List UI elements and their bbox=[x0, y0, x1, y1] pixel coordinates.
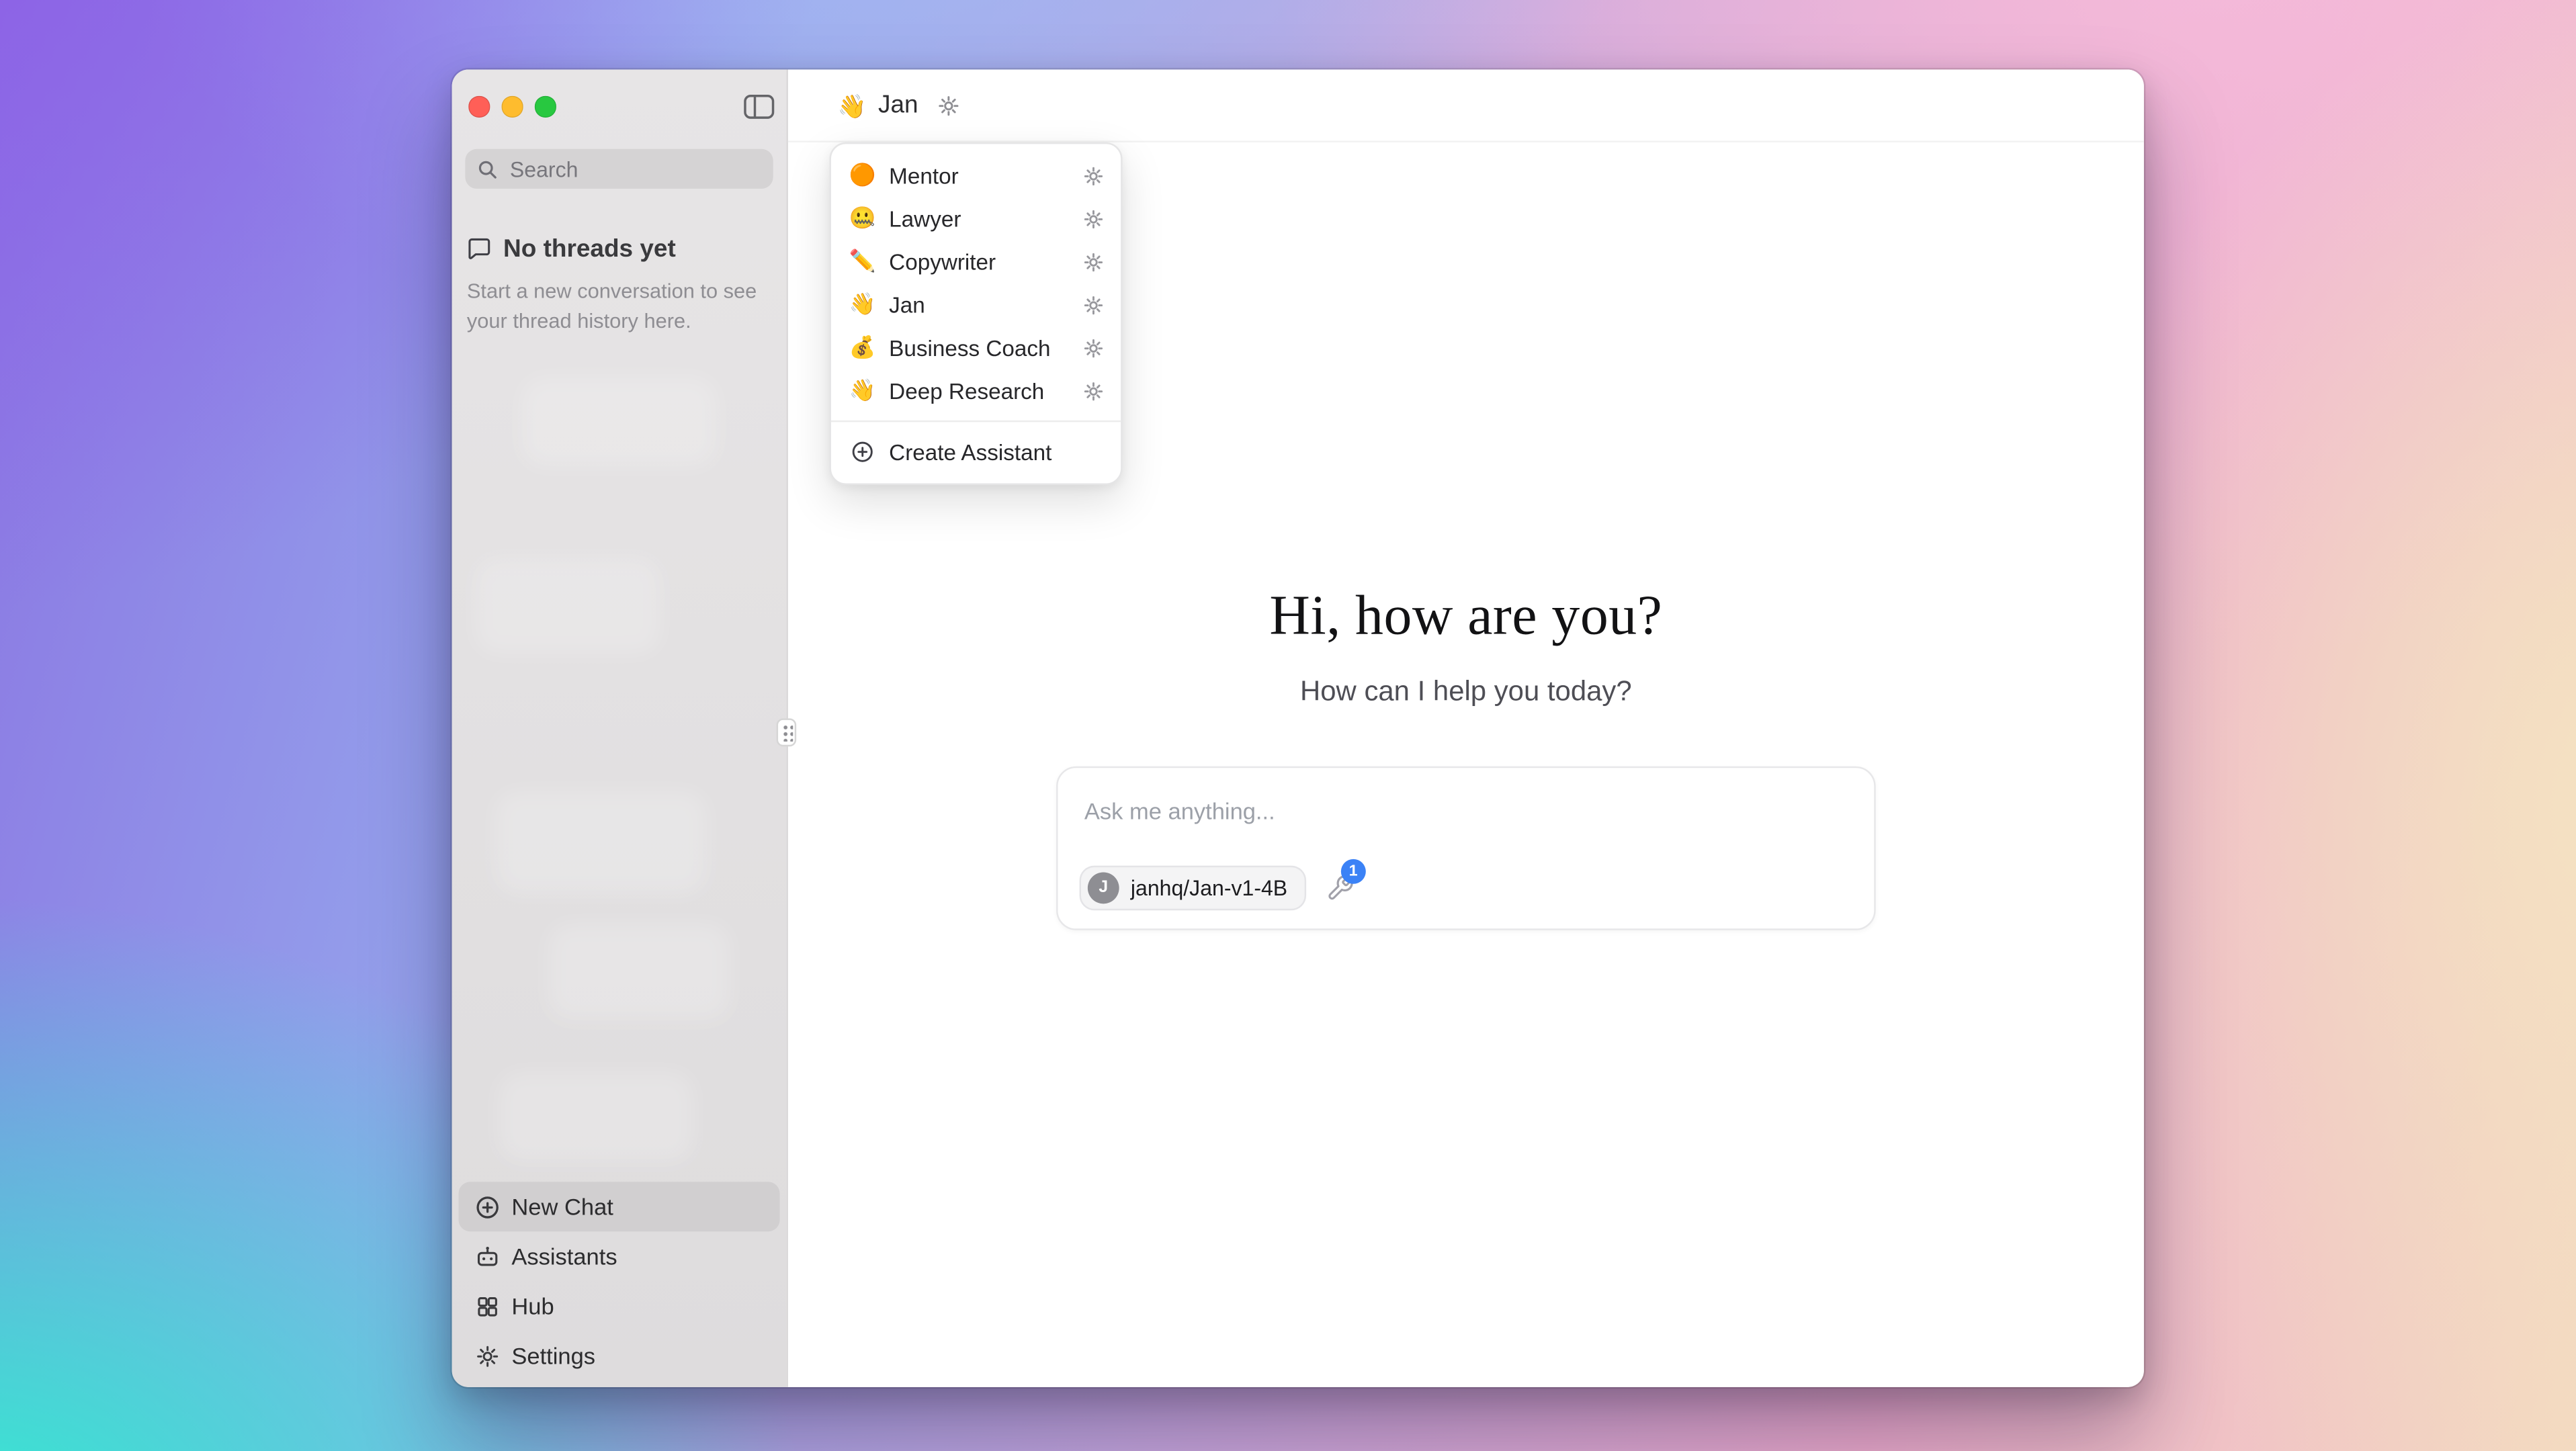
blocks-icon bbox=[475, 1294, 500, 1319]
assistant-item-label: Mentor bbox=[889, 163, 959, 188]
assistant-item-settings-icon[interactable] bbox=[1082, 208, 1104, 229]
chat-panel: 👋 Jan 🟠 Mentor 🤐 Lawyer bbox=[786, 69, 2143, 1387]
assistant-switcher[interactable]: 👋 Jan bbox=[838, 91, 918, 120]
sidebar-item-label: Settings bbox=[511, 1342, 595, 1368]
model-avatar: J bbox=[1088, 873, 1119, 904]
sidebar-item-label: New Chat bbox=[511, 1194, 613, 1220]
window-controls bbox=[468, 96, 555, 117]
search-input[interactable] bbox=[507, 155, 761, 183]
chat-bubble-icon bbox=[467, 236, 492, 261]
zoom-button[interactable] bbox=[535, 96, 556, 117]
greeting-title: Hi, how are you? bbox=[788, 586, 2144, 649]
close-button[interactable] bbox=[468, 96, 489, 117]
assistant-menu-item-mentor[interactable]: 🟠 Mentor bbox=[831, 154, 1121, 197]
gear-icon bbox=[937, 93, 959, 116]
threads-empty-state: No threads yet Start a new conversation … bbox=[467, 235, 770, 337]
stage: No threads yet Start a new conversation … bbox=[0, 0, 2576, 1451]
assistant-item-emoji: 💰 bbox=[848, 335, 877, 361]
sidebar-item-assistants[interactable]: Assistants bbox=[459, 1231, 780, 1281]
assistant-menu-item-copywriter[interactable]: ✏️ Copywriter bbox=[831, 240, 1121, 283]
plus-circle-icon bbox=[848, 440, 877, 463]
sidebar-item-label: Hub bbox=[511, 1292, 554, 1319]
sidebar-item-label: Assistants bbox=[511, 1243, 617, 1269]
robot-icon bbox=[475, 1244, 500, 1269]
composer[interactable]: J janhq/Jan-v1-4B 1 bbox=[1056, 766, 1876, 930]
ghost-thread-placeholder bbox=[499, 1073, 694, 1162]
assistant-menu-item-deep-research[interactable]: 👋 Deep Research bbox=[831, 369, 1121, 412]
assistant-menu-item-business-coach[interactable]: 💰 Business Coach bbox=[831, 326, 1121, 369]
assistant-item-settings-icon[interactable] bbox=[1082, 251, 1104, 272]
app-window: No threads yet Start a new conversation … bbox=[452, 69, 2144, 1387]
assistant-menu-item-lawyer[interactable]: 🤐 Lawyer bbox=[831, 197, 1121, 240]
sidebar-resize-handle[interactable] bbox=[777, 718, 797, 746]
assistant-item-emoji: ✏️ bbox=[848, 249, 877, 275]
titlebar: 👋 Jan bbox=[788, 69, 2144, 142]
assistant-item-emoji: 👋 bbox=[848, 378, 877, 404]
create-assistant-button[interactable]: Create Assistant bbox=[831, 431, 1121, 474]
greeting-subtitle: How can I help you today? bbox=[788, 675, 2144, 708]
ghost-thread-placeholder bbox=[495, 791, 707, 894]
empty-state-title: No threads yet bbox=[503, 235, 676, 263]
assistant-emoji: 👋 bbox=[838, 93, 867, 116]
model-selector[interactable]: J janhq/Jan-v1-4B bbox=[1080, 866, 1306, 911]
ghost-thread-placeholder bbox=[548, 924, 730, 1020]
sidebar-nav: New Chat Assistants Hub bbox=[459, 1182, 780, 1380]
assistant-item-label: Deep Research bbox=[889, 378, 1044, 403]
assistant-item-settings-icon[interactable] bbox=[1082, 165, 1104, 186]
assistant-item-settings-icon[interactable] bbox=[1082, 337, 1104, 358]
model-name: janhq/Jan-v1-4B bbox=[1131, 875, 1287, 900]
sidebar-toggle-icon bbox=[742, 93, 774, 118]
assistant-settings-button[interactable] bbox=[937, 93, 959, 116]
assistant-menu-item-jan[interactable]: 👋 Jan bbox=[831, 283, 1121, 326]
assistant-item-label: Business Coach bbox=[889, 335, 1050, 360]
empty-state-description: Start a new conversation to see your thr… bbox=[467, 276, 770, 336]
plus-circle-icon bbox=[475, 1194, 500, 1219]
assistant-name: Jan bbox=[878, 91, 918, 120]
assistant-item-label: Lawyer bbox=[889, 206, 961, 231]
sidebar: No threads yet Start a new conversation … bbox=[452, 69, 787, 1387]
greeting: Hi, how are you? How can I help you toda… bbox=[788, 586, 2144, 708]
message-input[interactable] bbox=[1058, 768, 1874, 824]
create-assistant-label: Create Assistant bbox=[889, 439, 1051, 464]
minimize-button[interactable] bbox=[502, 96, 523, 117]
assistant-item-settings-icon[interactable] bbox=[1082, 294, 1104, 315]
search-icon bbox=[477, 158, 499, 179]
gear-icon bbox=[475, 1344, 500, 1368]
assistant-item-settings-icon[interactable] bbox=[1082, 380, 1104, 401]
sidebar-toggle-button[interactable] bbox=[740, 91, 776, 121]
assistant-item-emoji: 👋 bbox=[848, 292, 877, 318]
ghost-thread-placeholder bbox=[521, 378, 717, 467]
ghost-thread-placeholder bbox=[475, 558, 660, 654]
sidebar-item-new-chat[interactable]: New Chat bbox=[459, 1182, 780, 1231]
sidebar-item-settings[interactable]: Settings bbox=[459, 1331, 780, 1380]
assistant-item-emoji: 🤐 bbox=[848, 206, 877, 232]
assistant-item-label: Copywriter bbox=[889, 249, 996, 274]
composer-toolbar: J janhq/Jan-v1-4B 1 bbox=[1080, 866, 1853, 911]
tools-button[interactable]: 1 bbox=[1326, 874, 1354, 902]
assistant-menu: 🟠 Mentor 🤐 Lawyer ✏️ Copywriter 👋 Jan bbox=[829, 142, 1122, 485]
sidebar-item-hub[interactable]: Hub bbox=[459, 1281, 780, 1331]
assistant-item-emoji: 🟠 bbox=[848, 162, 877, 188]
menu-divider bbox=[831, 421, 1121, 422]
tools-count-badge: 1 bbox=[1341, 859, 1365, 883]
grip-dots-icon bbox=[781, 723, 792, 742]
search-box[interactable] bbox=[465, 149, 773, 189]
assistant-item-label: Jan bbox=[889, 292, 925, 317]
